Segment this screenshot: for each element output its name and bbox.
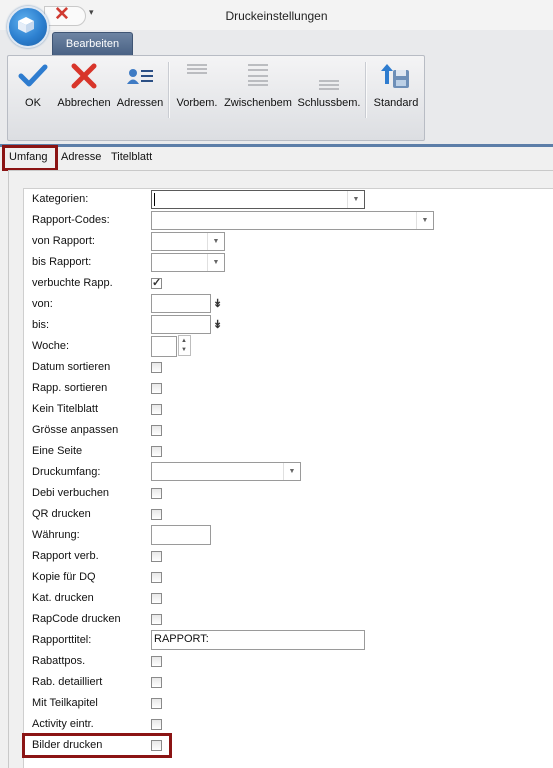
eine-seite-checkbox[interactable] bbox=[151, 446, 162, 457]
von-date-picker-icon[interactable]: ↡ bbox=[213, 297, 222, 310]
druckumfang-combo[interactable]: ▼ bbox=[151, 462, 301, 481]
rab-detailliert-checkbox[interactable] bbox=[151, 677, 162, 688]
tab-titelblatt[interactable]: Titelblatt bbox=[111, 151, 152, 163]
mit-teilkapitel-label: Mit Teilkapitel bbox=[32, 697, 98, 709]
vorbem-button[interactable]: Vorbem. bbox=[172, 56, 222, 116]
kopie-dq-label: Kopie für DQ bbox=[32, 571, 96, 583]
rapport-verb-checkbox[interactable] bbox=[151, 551, 162, 562]
app-cube-icon bbox=[18, 17, 34, 33]
window-title: Druckeinstellungen bbox=[225, 9, 328, 23]
rapport-verb-label: Rapport verb. bbox=[32, 550, 99, 562]
woche-field[interactable] bbox=[151, 336, 177, 357]
cancel-button[interactable]: Abbrechen bbox=[54, 56, 114, 116]
text-lines-icon bbox=[319, 80, 339, 90]
addresses-label: Adressen bbox=[116, 97, 164, 109]
ribbon-separator bbox=[365, 62, 367, 118]
bis-rapport-combo[interactable]: ▼ bbox=[151, 253, 225, 272]
rapp-sortieren-label: Rapp. sortieren bbox=[32, 382, 108, 394]
kein-titelblatt-label: Kein Titelblatt bbox=[32, 403, 99, 415]
schlussbem-label: Schlussbem. bbox=[297, 97, 361, 109]
address-book-icon bbox=[127, 69, 153, 84]
rapcode-drucken-label: RapCode drucken bbox=[32, 613, 121, 625]
spin-up-icon[interactable]: ▲ bbox=[181, 337, 187, 345]
von-label: von: bbox=[32, 298, 53, 310]
chevron-down-icon[interactable]: ▼ bbox=[416, 212, 433, 229]
zwischenbem-label: Zwischenbem bbox=[224, 97, 292, 109]
mit-teilkapitel-checkbox[interactable] bbox=[151, 698, 162, 709]
von-rapport-combo[interactable]: ▼ bbox=[151, 232, 225, 251]
tab-adresse[interactable]: Adresse bbox=[61, 151, 101, 163]
groesse-anpassen-label: Grösse anpassen bbox=[32, 424, 119, 436]
rapcode-drucken-checkbox[interactable] bbox=[151, 614, 162, 625]
rapp-sortieren-checkbox[interactable] bbox=[151, 383, 162, 394]
datum-sortieren-label: Datum sortieren bbox=[32, 361, 111, 373]
text-cursor bbox=[154, 193, 155, 206]
kat-drucken-checkbox[interactable] bbox=[151, 593, 162, 604]
qr-drucken-checkbox[interactable] bbox=[151, 509, 162, 520]
save-default-icon bbox=[381, 64, 409, 88]
rapporttitel-field[interactable]: RAPPORT: bbox=[151, 630, 365, 650]
kat-drucken-label: Kat. drucken bbox=[32, 592, 94, 604]
spin-down-icon[interactable]: ▼ bbox=[181, 346, 187, 354]
kategorien-label: Kategorien: bbox=[32, 193, 89, 205]
ok-label: OK bbox=[25, 97, 41, 109]
highlight-umfang bbox=[2, 145, 58, 171]
ribbon-separator bbox=[168, 62, 170, 118]
checkmark-icon bbox=[18, 64, 48, 87]
text-lines-icon bbox=[248, 64, 268, 86]
debi-verbuchen-checkbox[interactable] bbox=[151, 488, 162, 499]
kategorien-combo[interactable]: ▼ bbox=[151, 190, 365, 209]
chevron-down-icon[interactable]: ▼ bbox=[207, 233, 224, 250]
ribbon-panel: OK Abbrechen Adressen Vorbem. Zwischenbe… bbox=[7, 55, 425, 141]
activity-eintr-checkbox[interactable] bbox=[151, 719, 162, 730]
rapporttitel-value: RAPPORT: bbox=[154, 633, 209, 645]
rab-detailliert-label: Rab. detailliert bbox=[32, 676, 103, 688]
rapporttitel-label: Rapporttitel: bbox=[32, 634, 92, 646]
standard-button[interactable]: Standard bbox=[370, 56, 422, 116]
chevron-down-icon[interactable]: ▼ bbox=[347, 191, 364, 208]
qr-drucken-label: QR drucken bbox=[32, 508, 91, 520]
bis-date-picker-icon[interactable]: ↡ bbox=[213, 318, 222, 331]
addresses-button[interactable]: Adressen bbox=[115, 56, 165, 116]
eine-seite-label: Eine Seite bbox=[32, 445, 83, 457]
chevron-down-icon[interactable]: ▼ bbox=[283, 463, 300, 480]
highlight-bilder-drucken bbox=[22, 733, 172, 758]
standard-label: Standard bbox=[373, 97, 419, 109]
checkmark-icon: ✓ bbox=[152, 277, 162, 289]
druckumfang-label: Druckumfang: bbox=[32, 466, 101, 478]
kopie-dq-checkbox[interactable] bbox=[151, 572, 162, 583]
chevron-down-icon[interactable]: ▼ bbox=[207, 254, 224, 271]
zwischenbem-button[interactable]: Zwischenbem bbox=[222, 56, 294, 116]
app-menu-button[interactable] bbox=[7, 6, 49, 48]
rapport-codes-label: Rapport-Codes: bbox=[32, 214, 110, 226]
von-rapport-label: von Rapport: bbox=[32, 235, 95, 247]
text-lines-icon bbox=[187, 64, 207, 74]
tab-bearbeiten[interactable]: Bearbeiten bbox=[52, 32, 133, 55]
rapport-codes-combo[interactable]: ▼ bbox=[151, 211, 434, 230]
groesse-anpassen-checkbox[interactable] bbox=[151, 425, 162, 436]
ok-button[interactable]: OK bbox=[16, 56, 50, 116]
woche-spinner[interactable]: ▲ ▼ bbox=[178, 335, 191, 356]
waehrung-field[interactable] bbox=[151, 525, 211, 545]
waehrung-label: Währung: bbox=[32, 529, 80, 541]
ribbon-bottom-line bbox=[0, 144, 553, 147]
bis-label: bis: bbox=[32, 319, 50, 331]
bis-rapport-label: bis Rapport: bbox=[32, 256, 92, 268]
datum-sortieren-checkbox[interactable] bbox=[151, 362, 162, 373]
vorbem-label: Vorbem. bbox=[176, 97, 218, 109]
debi-verbuchen-label: Debi verbuchen bbox=[32, 487, 110, 499]
von-date-field[interactable] bbox=[151, 294, 211, 313]
woche-label: Woche: bbox=[32, 340, 70, 352]
close-icon bbox=[71, 63, 97, 89]
rabattpos-checkbox[interactable] bbox=[151, 656, 162, 667]
schlussbem-button[interactable]: Schlussbem. bbox=[296, 56, 362, 116]
bis-date-field[interactable] bbox=[151, 315, 211, 334]
verbuchte-rapp-checkbox[interactable]: ✓ bbox=[151, 277, 162, 289]
activity-eintr-label: Activity eintr. bbox=[32, 718, 94, 730]
verbuchte-rapp-label: verbuchte Rapp. bbox=[32, 277, 113, 289]
rabattpos-label: Rabattpos. bbox=[32, 655, 86, 667]
kein-titelblatt-checkbox[interactable] bbox=[151, 404, 162, 415]
cancel-label: Abbrechen bbox=[57, 97, 111, 109]
